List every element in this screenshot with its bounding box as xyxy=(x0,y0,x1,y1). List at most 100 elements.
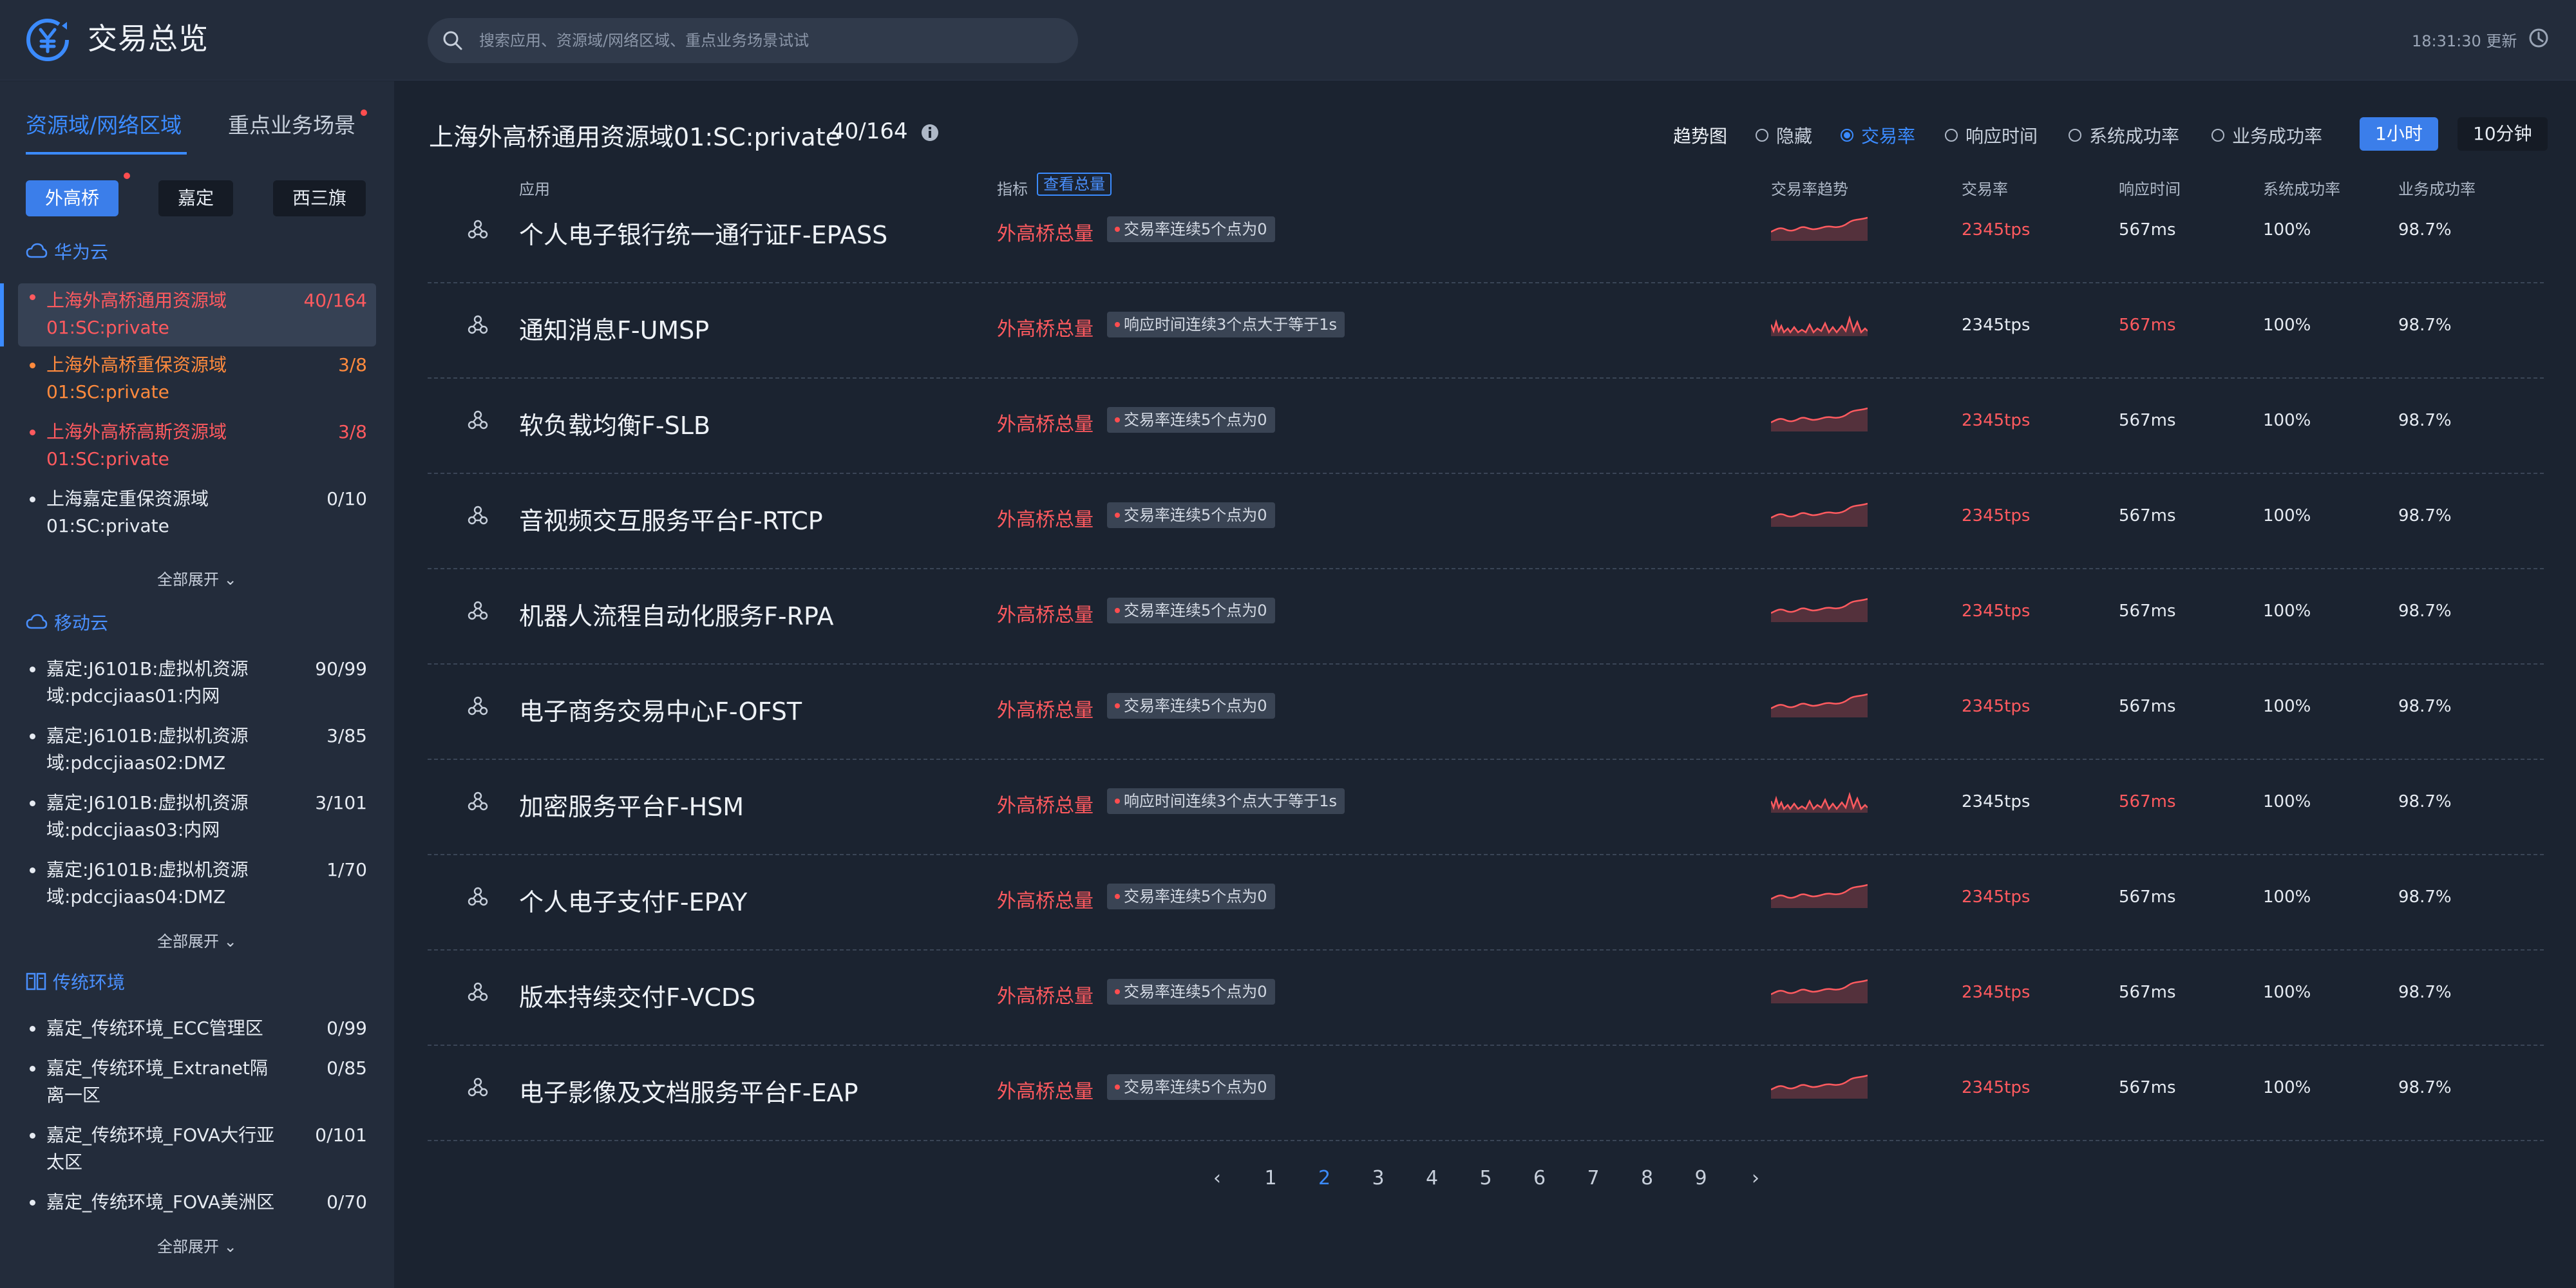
alert-badge: 交易率连续5个点为0 xyxy=(1107,407,1275,433)
pager-page-9[interactable]: 9 xyxy=(1688,1167,1714,1189)
table-row[interactable]: 音视频交互服务平台F-RTCP 外高桥总量 交易率连续5个点为0 2345tps 567… xyxy=(428,474,2544,569)
pager-page-6[interactable]: 6 xyxy=(1527,1167,1553,1189)
table-row[interactable]: 版本持续交付F-VCDS 外高桥总量 交易率连续5个点为0 2345tps 567ms 1… xyxy=(428,951,2544,1046)
app-name[interactable]: 个人电子支付F-EPAY xyxy=(519,882,747,918)
info-icon[interactable] xyxy=(920,122,940,143)
resource-item[interactable]: 嘉定:J6101B:虚拟机资源域:pdccjiaas04:DMZ 1/70 xyxy=(18,857,376,911)
resource-item[interactable]: 嘉定:J6101B:虚拟机资源域:pdccjiaas03:内网 3/101 xyxy=(18,790,376,844)
app-name[interactable]: 电子商务交易中心F-OFST xyxy=(519,692,802,727)
group-header-legacy-env[interactable]: 传统环境 xyxy=(26,969,125,994)
app-name[interactable]: 机器人流程自动化服务F-RPA xyxy=(519,596,833,632)
resource-item[interactable]: 上海嘉定重保资源域01:SC:private 0/10 xyxy=(18,486,376,540)
table-row[interactable]: 电子影像及文档服务平台F-EAP 外高桥总量 交易率连续5个点为0 2345tps 56… xyxy=(428,1046,2544,1141)
sparkline-line xyxy=(1771,791,1868,811)
table-row[interactable]: 通知消息F-UMSP 外高桥总量 响应时间连续3个点大于等于1s 2345tps 567… xyxy=(428,283,2544,379)
metric-label[interactable]: 外高桥总量 xyxy=(997,408,1094,437)
radio-hide[interactable]: 隐藏 xyxy=(1756,122,1812,148)
radio-tx-rate[interactable]: 交易率 xyxy=(1841,122,1915,148)
table-row[interactable]: 个人电子支付F-EPAY 外高桥总量 交易率连续5个点为0 2345tps 567ms 1… xyxy=(428,855,2544,951)
expand-label: 全部展开 xyxy=(157,1238,219,1256)
group-header-huawei-cloud[interactable]: 华为云 xyxy=(26,238,108,264)
expand-all-button[interactable]: 全部展开 ⌄ xyxy=(157,929,237,951)
alert-badge: 交易率连续5个点为0 xyxy=(1107,693,1275,719)
resource-item[interactable]: 嘉定_传统环境_Extranet隔离一区 0/85 xyxy=(18,1055,376,1109)
table-row[interactable]: 电子商务交易中心F-OFST 外高桥总量 交易率连续5个点为0 2345tps 567m… xyxy=(428,665,2544,760)
tab-key-business[interactable]: 重点业务场景 xyxy=(228,112,355,139)
sidebar: 资源域/网络区域 重点业务场景 外高桥 嘉定 西三旗 华为云 上海外高桥通用资源… xyxy=(0,81,394,1288)
chip-xisanqi[interactable]: 西三旗 xyxy=(273,180,366,216)
metric-label[interactable]: 外高桥总量 xyxy=(997,790,1094,818)
expand-label: 全部展开 xyxy=(157,933,219,951)
metric-label[interactable]: 外高桥总量 xyxy=(997,313,1094,341)
response-value: 567ms xyxy=(2119,983,2176,1002)
app-name[interactable]: 电子影像及文档服务平台F-EAP xyxy=(519,1073,858,1108)
resource-item[interactable]: 嘉定:J6101B:虚拟机资源域:pdccjiaas02:DMZ 3/85 xyxy=(18,723,376,777)
metric-label[interactable]: 外高桥总量 xyxy=(997,1075,1094,1104)
biz-success-value: 98.7% xyxy=(2398,697,2452,716)
app-name[interactable]: 个人电子银行统一通行证F-EPASS xyxy=(519,215,887,251)
pager-page-4[interactable]: 4 xyxy=(1419,1167,1445,1189)
app-name[interactable]: 音视频交互服务平台F-RTCP xyxy=(519,501,823,536)
sys-success-value: 100% xyxy=(2263,887,2311,907)
app-cluster-icon xyxy=(468,410,488,430)
tab-resource-domain[interactable]: 资源域/网络区域 xyxy=(26,112,182,139)
table-row[interactable]: 个人电子银行统一通行证F-EPASS 外高桥总量 交易率连续5个点为0 2345tps… xyxy=(428,188,2544,283)
pager-page-5[interactable]: 5 xyxy=(1473,1167,1499,1189)
biz-success-value: 98.7% xyxy=(2398,983,2452,1002)
table-row[interactable]: 机器人流程自动化服务F-RPA 外高桥总量 交易率连续5个点为0 2345tps 567… xyxy=(428,569,2544,665)
pager-page-2[interactable]: 2 xyxy=(1312,1167,1338,1189)
trend-sparkline xyxy=(1771,315,1868,336)
expand-label: 全部展开 xyxy=(157,571,219,589)
pager-page-8[interactable]: 8 xyxy=(1634,1167,1660,1189)
pager-next-button[interactable]: › xyxy=(1743,1167,1768,1189)
app-name[interactable]: 软负载均衡F-SLB xyxy=(519,406,710,441)
metric-label[interactable]: 外高桥总量 xyxy=(997,599,1094,627)
radio-biz-success[interactable]: 业务成功率 xyxy=(2211,122,2322,148)
time-10m-button[interactable]: 10分钟 xyxy=(2458,117,2548,151)
resource-item[interactable]: 嘉定_传统环境_FOVA美洲区 0/70 xyxy=(18,1189,376,1216)
expand-all-button[interactable]: 全部展开 ⌄ xyxy=(157,567,237,589)
resource-item[interactable]: 上海外高桥重保资源域01:SC:private 3/8 xyxy=(18,352,376,406)
trend-sparkline xyxy=(1771,1074,1868,1099)
biz-success-value: 98.7% xyxy=(2398,1078,2452,1097)
cloud-icon xyxy=(26,243,48,258)
pager-page-7[interactable]: 7 xyxy=(1580,1167,1606,1189)
resource-item[interactable]: 嘉定_传统环境_ECC管理区 0/99 xyxy=(18,1015,376,1042)
resource-name: 上海嘉定重保资源域01:SC:private xyxy=(46,488,209,536)
resource-item[interactable]: 嘉定:J6101B:虚拟机资源域:pdccjiaas01:内网 90/99 xyxy=(18,656,376,710)
pager-page-3[interactable]: 3 xyxy=(1365,1167,1391,1189)
metric-label[interactable]: 外高桥总量 xyxy=(997,694,1094,723)
app-name[interactable]: 版本持续交付F-VCDS xyxy=(519,978,755,1013)
trend-sparkline xyxy=(1771,884,1868,908)
status-dot xyxy=(30,363,35,368)
sys-success-value: 100% xyxy=(2263,983,2311,1002)
time-1h-button[interactable]: 1小时 xyxy=(2360,117,2438,151)
app-cluster-icon xyxy=(468,506,488,525)
pager-page-1[interactable]: 1 xyxy=(1258,1167,1283,1189)
metric-label[interactable]: 外高桥总量 xyxy=(997,504,1094,532)
chip-jiading[interactable]: 嘉定 xyxy=(158,180,234,216)
metric-label[interactable]: 外高桥总量 xyxy=(997,885,1094,913)
metric-label[interactable]: 外高桥总量 xyxy=(997,980,1094,1009)
radio-sys-success[interactable]: 系统成功率 xyxy=(2069,122,2179,148)
search-box[interactable] xyxy=(428,18,1078,63)
table-row[interactable]: 加密服务平台F-HSM 外高桥总量 响应时间连续3个点大于等于1s 2345tps 56… xyxy=(428,760,2544,855)
metric-label[interactable]: 外高桥总量 xyxy=(997,218,1094,246)
chip-waigaoqiao[interactable]: 外高桥 xyxy=(26,180,119,216)
resource-item[interactable]: 上海外高桥通用资源域01:SC:private 40/164 xyxy=(0,283,376,346)
search-input[interactable] xyxy=(479,26,1059,55)
resource-item[interactable]: 嘉定_传统环境_FOVA大行亚太区 0/101 xyxy=(18,1122,376,1176)
group-header-mobile-cloud[interactable]: 移动云 xyxy=(26,609,108,635)
expand-all-button[interactable]: 全部展开 ⌄ xyxy=(157,1234,237,1256)
refresh-clock-icon[interactable] xyxy=(2528,27,2550,49)
app-name[interactable]: 加密服务平台F-HSM xyxy=(519,787,744,822)
app-name[interactable]: 通知消息F-UMSP xyxy=(519,310,709,346)
resource-name: 嘉定:J6101B:虚拟机资源域:pdccjiaas01:内网 xyxy=(46,658,249,706)
building-icon xyxy=(26,972,46,990)
table-row[interactable]: 软负载均衡F-SLB 外高桥总量 交易率连续5个点为0 2345tps 567ms 100… xyxy=(428,379,2544,474)
status-dot xyxy=(30,430,35,435)
resource-item[interactable]: 上海外高桥高斯资源域01:SC:private 3/8 xyxy=(18,419,376,473)
pager-prev-button[interactable]: ‹ xyxy=(1204,1167,1230,1189)
trend-sparkline xyxy=(1771,791,1868,813)
radio-response-time[interactable]: 响应时间 xyxy=(1945,122,2038,148)
